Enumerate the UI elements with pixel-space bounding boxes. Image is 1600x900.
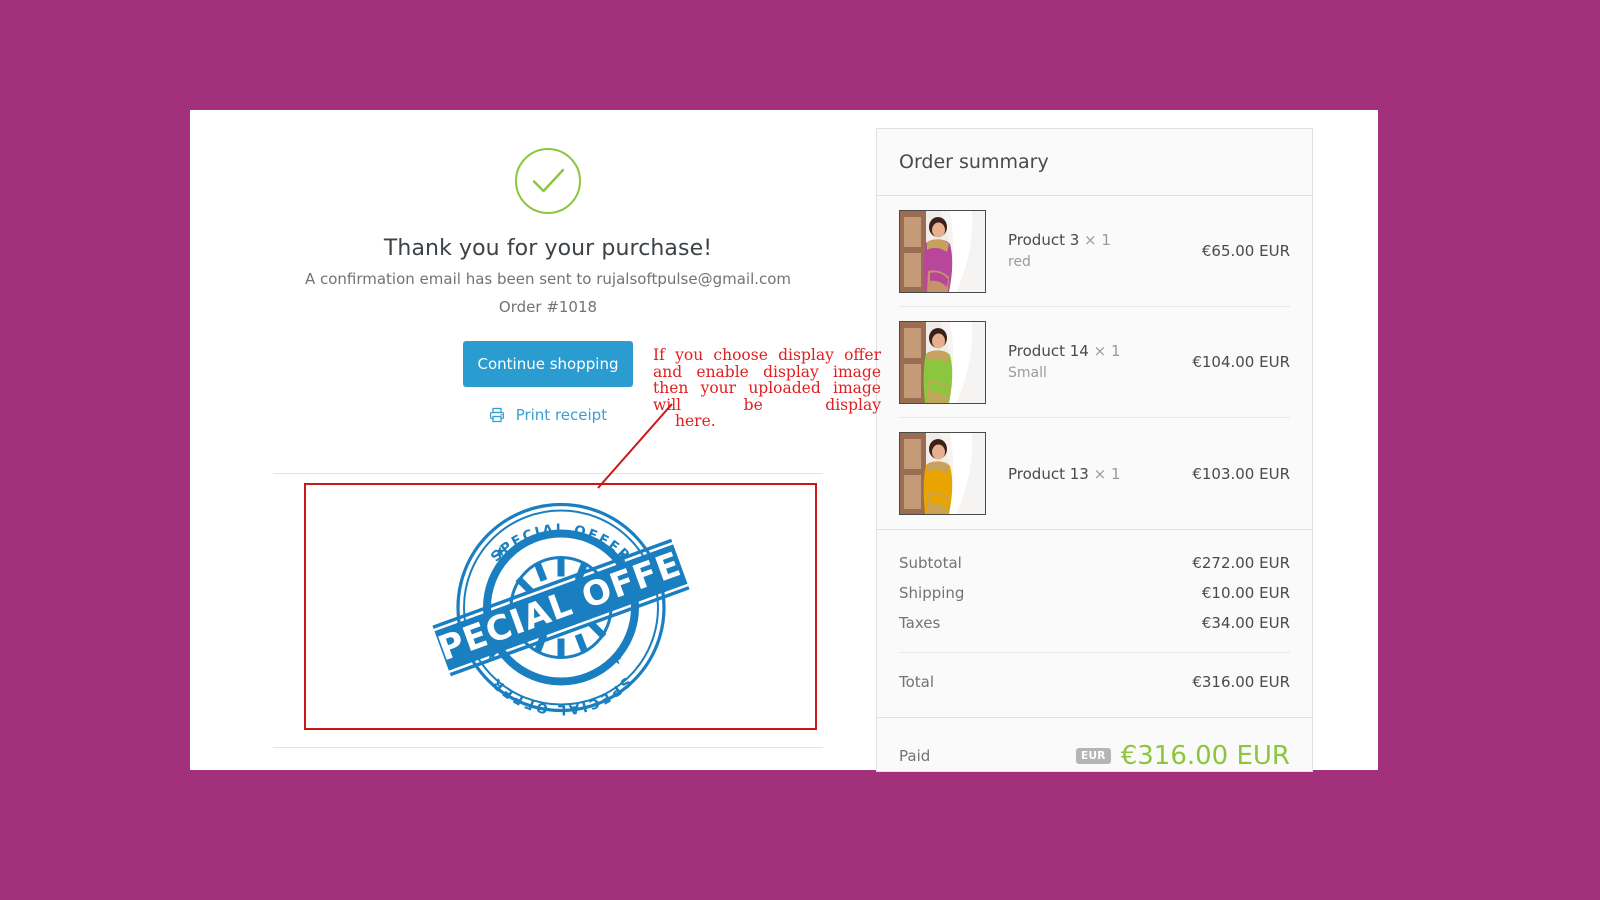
confirmation-email-text: A confirmation email has been sent to ru… [304, 270, 792, 288]
grand-total-value: €316.00 EUR [1192, 673, 1290, 691]
shipping-row: Shipping €10.00 EUR [899, 578, 1290, 608]
order-item-variant: red [1008, 254, 1031, 270]
continue-shopping-button[interactable]: Continue shopping [463, 341, 633, 387]
order-item-info: Product 3 × 1 red [986, 229, 1202, 273]
svg-text:★: ★ [609, 650, 622, 668]
order-item-qty-separator: × [1093, 342, 1107, 360]
order-item-price: €103.00 EUR [1192, 464, 1290, 483]
order-item-qty-separator: × [1084, 231, 1097, 249]
order-item-name: Product 13 [1008, 464, 1089, 483]
saree-pink-thumbnail [899, 209, 986, 293]
order-item-name: Product 3 [1008, 231, 1080, 249]
order-item-title: Product 14 × 1 [1008, 340, 1192, 362]
order-summary-header: Order summary [877, 129, 1312, 196]
order-summary-panel: Order summary Product 3 × 1 red €65.00 E… [876, 128, 1313, 772]
order-item-name: Product 14 [1008, 342, 1089, 360]
shipping-label: Shipping [899, 584, 965, 602]
saree-orange-thumbnail [899, 432, 986, 515]
saree-green-thumbnail [899, 320, 986, 404]
order-item-qty: 1 [1110, 342, 1121, 360]
order-item-price: €65.00 EUR [1201, 242, 1290, 260]
order-item-row: Product 3 × 1 red €65.00 EUR [899, 196, 1290, 307]
order-item-info: Product 14 × 1 Small [986, 340, 1192, 384]
taxes-label: Taxes [899, 614, 941, 632]
special-offer-stamp-icon: SPECIAL OFFER SPECIAL OFFER ★ ★ ★ ★ [426, 502, 696, 717]
print-receipt-label: Print receipt [515, 406, 608, 424]
order-item-info: Product 13 × 1 [986, 463, 1192, 485]
grand-total-label: Total [899, 673, 935, 691]
divider-top [273, 473, 823, 474]
check-circle-icon [515, 148, 581, 214]
order-summary-title: Order summary [899, 151, 1049, 173]
grand-total-row: Total €316.00 EUR [899, 652, 1290, 697]
order-item-title: Product 3 × 1 [1008, 229, 1202, 251]
order-item-row: Product 14 × 1 Small €104.00 EUR [899, 307, 1290, 418]
taxes-value: €34.00 EUR [1201, 614, 1290, 632]
currency-badge: EUR [1076, 748, 1111, 764]
order-item-price: €104.00 EUR [1192, 353, 1290, 371]
subtotal-row: Subtotal €272.00 EUR [899, 548, 1290, 578]
order-item-qty-separator: × [1093, 464, 1107, 483]
order-item-title: Product 13 × 1 [1008, 463, 1192, 485]
print-receipt-link[interactable]: Print receipt [273, 406, 823, 427]
checkout-confirmation-card: Thank you for your purchase! A confirmat… [190, 110, 1378, 772]
order-item-row: Product 13 × 1 €103.00 EUR [899, 418, 1290, 529]
printer-icon [489, 407, 505, 427]
order-totals-block: Subtotal €272.00 EUR Shipping €10.00 EUR… [877, 530, 1312, 718]
confirmation-column: Thank you for your purchase! A confirmat… [273, 110, 823, 770]
order-item-qty: 1 [1101, 231, 1111, 249]
subtotal-value: €272.00 EUR [1192, 554, 1290, 572]
page-title: Thank you for your purchase! [383, 236, 713, 261]
order-items-list: Product 3 × 1 red €65.00 EUR Product 14 … [877, 196, 1312, 530]
taxes-row: Taxes €34.00 EUR [899, 608, 1290, 638]
order-item-qty: 1 [1110, 464, 1121, 483]
offer-image-box: SPECIAL OFFER SPECIAL OFFER ★ ★ ★ ★ [304, 483, 817, 730]
order-item-variant: Small [1008, 365, 1047, 381]
paid-amount-group: EUR €316.00 EUR [1076, 741, 1290, 771]
order-number-text: Order #1018 [498, 298, 598, 316]
paid-amount: €316.00 EUR [1120, 741, 1290, 771]
svg-text:★: ★ [493, 542, 506, 560]
shipping-value: €10.00 EUR [1201, 584, 1290, 602]
divider-bottom [273, 747, 823, 748]
paid-row: Paid EUR €316.00 EUR [877, 718, 1312, 794]
subtotal-label: Subtotal [899, 554, 962, 572]
checkmark-glyph [532, 168, 565, 193]
paid-label: Paid [899, 747, 931, 765]
